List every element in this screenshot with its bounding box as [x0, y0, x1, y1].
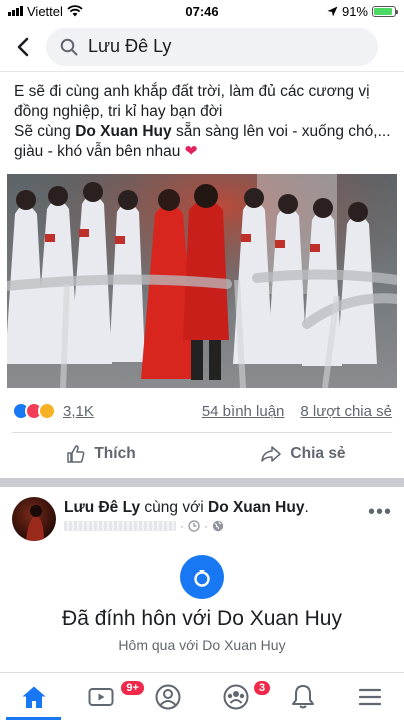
- share-arrow-icon: [261, 446, 282, 462]
- heart-emoji: ❤: [184, 143, 198, 160]
- hamburger-menu-icon: [359, 688, 382, 705]
- more-options-button[interactable]: •••: [368, 501, 392, 524]
- search-header: Lưu Đê Ly: [0, 22, 404, 72]
- bell-icon: [291, 684, 314, 708]
- post-photo[interactable]: [7, 174, 397, 388]
- groups-icon: [223, 684, 249, 709]
- comments-count-link[interactable]: 54 bình luận: [202, 403, 285, 420]
- nav-groups[interactable]: 3: [202, 673, 273, 720]
- profile-icon: [155, 684, 181, 709]
- avatar[interactable]: [12, 497, 56, 541]
- reactions-row: 3,1K 54 bình luận 8 lượt chia sẻ: [12, 398, 392, 424]
- home-icon: [22, 686, 46, 708]
- like-label: Thích: [94, 445, 136, 462]
- globe-icon: [212, 520, 224, 532]
- location-icon: [327, 6, 338, 16]
- reaction-icons[interactable]: [12, 402, 56, 420]
- status-left: Viettel: [8, 4, 83, 19]
- clock-icon: [188, 520, 200, 532]
- like-button[interactable]: Thích: [0, 434, 202, 474]
- post-actions: Thích Chia sẻ: [0, 434, 404, 474]
- nav-profile[interactable]: [135, 673, 202, 720]
- divider: [12, 432, 392, 433]
- engagement-ring-icon: [180, 555, 224, 599]
- dot-separator: ·: [180, 519, 184, 533]
- carrier-label: Viettel: [27, 3, 63, 19]
- battery-percent: 91%: [341, 3, 368, 19]
- life-event-subtitle: Hôm qua với Do Xuan Huy: [118, 637, 286, 653]
- search-icon: [60, 38, 78, 55]
- thumbs-up-icon: [67, 445, 85, 463]
- share-label: Chia sẻ: [290, 445, 346, 462]
- haha-reaction-icon: [38, 402, 56, 420]
- wifi-icon: [67, 5, 83, 17]
- video-icon: [88, 687, 114, 706]
- feed-separator: [0, 478, 404, 487]
- share-button[interactable]: Chia sẻ: [202, 434, 404, 474]
- reactions-count[interactable]: 3,1K: [63, 403, 94, 420]
- nav-home[interactable]: [0, 673, 67, 720]
- status-bar: Viettel 07:46 91%: [0, 0, 404, 22]
- post-line-2-prefix: Sẽ cùng: [14, 123, 76, 140]
- post-author-line: Lưu Đê Ly cùng với Do Xuan Huy.: [64, 499, 309, 517]
- post-text: E sẽ đi cùng anh khắp đất trời, làm đủ c…: [14, 82, 394, 162]
- post-line-1: E sẽ đi cùng anh khắp đất trời, làm đủ c…: [14, 83, 370, 120]
- search-input[interactable]: Lưu Đê Ly: [46, 27, 378, 66]
- battery-icon: [372, 5, 398, 17]
- nav-watch[interactable]: 9+: [67, 673, 146, 720]
- status-right: 91%: [327, 3, 398, 19]
- author-line-period: .: [304, 499, 309, 516]
- chevron-left-icon: [17, 37, 29, 56]
- with-text: cùng với: [140, 499, 208, 516]
- author-name-link[interactable]: Lưu Đê Ly: [64, 499, 140, 516]
- nav-menu[interactable]: [337, 673, 404, 720]
- nav-notifications[interactable]: [269, 673, 336, 720]
- wedding-photo-illustration: [7, 174, 397, 388]
- dot-separator-2: ·: [204, 519, 208, 533]
- shares-count-link[interactable]: 8 lượt chia sẻ: [300, 403, 392, 420]
- bottom-nav: 9+ 3: [0, 672, 404, 720]
- blurred-timestamp: [64, 521, 176, 531]
- signal-icon: [8, 6, 23, 16]
- tagged-friend-link[interactable]: Do Xuan Huy: [208, 499, 304, 516]
- tagged-name-link[interactable]: Do Xuan Huy: [75, 123, 171, 140]
- post-line-2: Sẽ cùng Do Xuan Huy sẵn sàng lên voi - x…: [14, 122, 394, 162]
- post-meta: · ·: [64, 519, 224, 533]
- life-event-title: Đã đính hôn với Do Xuan Huy: [62, 607, 342, 630]
- back-button[interactable]: [0, 22, 46, 72]
- search-query: Lưu Đê Ly: [88, 36, 172, 56]
